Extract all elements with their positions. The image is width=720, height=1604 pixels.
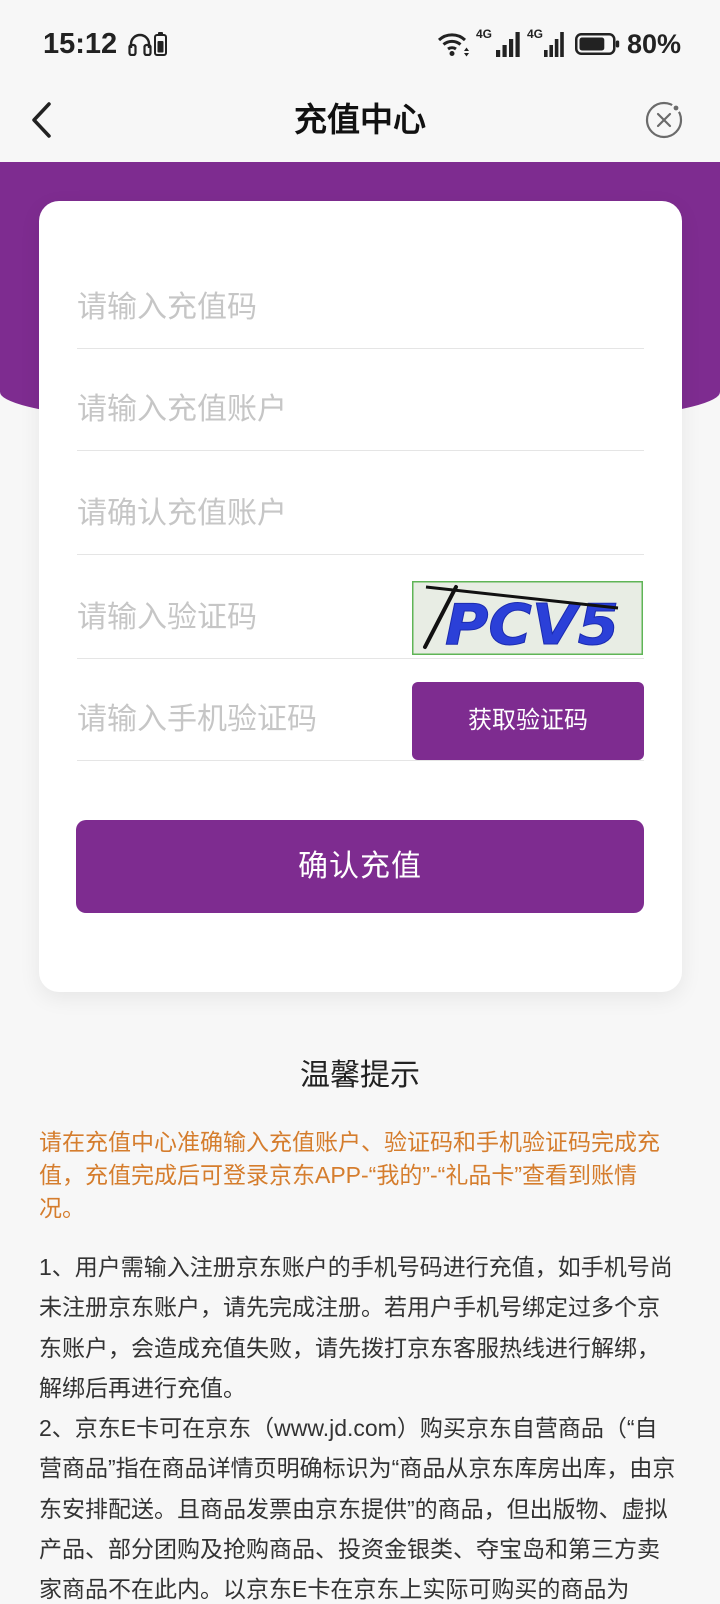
back-button[interactable]: [29, 101, 55, 139]
headphones-icon: [128, 32, 152, 56]
captcha-image[interactable]: PCV5: [412, 581, 643, 655]
sms-code-row: 获取验证码: [77, 673, 644, 761]
rule-line: 1、用户需输入注册京东账户的手机号码进行充值，如手机号尚: [39, 1254, 673, 1280]
tips-title: 温馨提示: [300, 1059, 420, 1092]
rule-line: 未注册京东账户，请先完成注册。若用户手机号绑定过多个京: [39, 1294, 660, 1321]
rule-item: 2、京东E卡可在京东（www.jd.com）购买京东自营商品（“自 营商品”指在…: [39, 1414, 681, 1603]
battery-small-icon: [154, 32, 167, 56]
status-bar: 15:12 4G 4G 80%: [0, 0, 720, 86]
recharge-form-card: PCV5 获取验证码 确认充值: [39, 201, 682, 992]
rule-line: 营商品”指在商品详情页明确标识为“商品从京东库房出库，由京: [39, 1455, 676, 1482]
wifi-icon: [437, 31, 471, 57]
captcha-input[interactable]: [77, 571, 397, 658]
close-circle-icon: [645, 101, 683, 139]
sms-code-input[interactable]: [77, 673, 397, 760]
rule-line: 东安排配送。且商品发票由京东提供”的商品，但出版物、虚拟: [39, 1495, 668, 1522]
rule-line: 产品、部分团购及抢购商品、投资金银类、夺宝岛和第三方卖: [39, 1536, 660, 1563]
rule-line: 解绑后再进行充值。: [39, 1374, 246, 1401]
notice-line: 请在充值中心准确输入充值账户、验证码和手机验证码完成充: [39, 1129, 660, 1155]
account-input[interactable]: [77, 363, 644, 450]
confirm-account-input[interactable]: [77, 467, 644, 554]
notice-line: 值，充值完成后可登录京东APP-“我的”-“礼品卡”查看到账情: [39, 1162, 637, 1188]
rules-list: 1、用户需输入注册京东账户的手机号码进行充值，如手机号尚 未注册京东账户，请先完…: [39, 1253, 681, 1603]
close-button[interactable]: [644, 100, 684, 140]
rule-item: 1、用户需输入注册京东账户的手机号码进行充值，如手机号尚 未注册京东账户，请先完…: [39, 1253, 681, 1402]
network-type-label: 4G: [476, 27, 493, 41]
battery-percent: 80%: [627, 29, 682, 59]
page-title: 充值中心: [294, 101, 426, 138]
captcha-text: PCV5: [445, 593, 619, 655]
get-sms-code-button[interactable]: 获取验证码: [412, 682, 644, 760]
confirm-account-row: [77, 467, 644, 555]
signal-icon: 4G: [476, 28, 520, 57]
rule-line: 东账户，会造成充值失败，请先拨打京东客服热线进行解绑，: [39, 1334, 660, 1361]
status-time: 15:12: [43, 28, 118, 60]
account-row: [77, 363, 644, 451]
confirm-recharge-button[interactable]: 确认充值: [76, 820, 644, 913]
battery-icon: [575, 32, 620, 56]
rule-line: 家商品不在此内。以京东E卡在京东上实际可购买的商品为: [39, 1576, 630, 1603]
signal-icon: 4G: [527, 28, 564, 57]
chevron-left-icon: [32, 102, 51, 138]
rule-line: 2、京东E卡可在京东（www.jd.com）购买京东自营商品（“自: [39, 1415, 658, 1442]
recharge-code-row: [77, 261, 644, 349]
recharge-code-input[interactable]: [77, 261, 644, 348]
notice-paragraph: 请在充值中心准确输入充值账户、验证码和手机验证码完成充 值，充值完成后可登录京东…: [39, 1128, 681, 1222]
network-type-label: 4G: [527, 27, 544, 41]
captcha-row: PCV5: [77, 571, 644, 659]
notice-line: 况。: [39, 1195, 85, 1221]
